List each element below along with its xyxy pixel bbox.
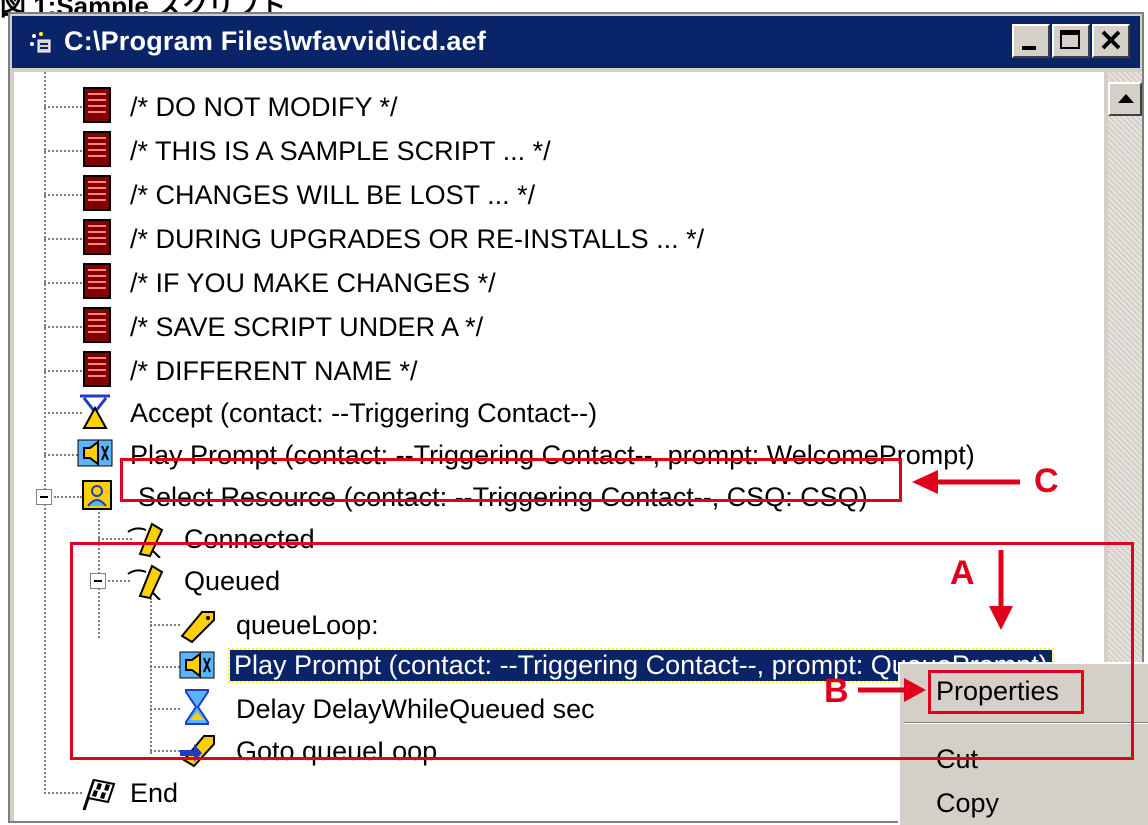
comment-icon <box>83 307 111 343</box>
tree-item-comment[interactable]: /* IF YOU MAKE CHANGES */ <box>14 262 1014 304</box>
tree-item-label: /* DIFFERENT NAME */ <box>130 356 418 386</box>
tree-item-comment[interactable]: /* DO NOT MODIFY */ <box>14 86 1014 128</box>
annotation-box-b <box>928 670 1084 714</box>
annotation-box-c <box>120 458 902 502</box>
tree-item-comment[interactable]: /* DIFFERENT NAME */ <box>14 350 1014 392</box>
menu-item-copy[interactable]: Copy <box>936 788 999 819</box>
close-button[interactable] <box>1092 24 1130 58</box>
tree-item-label: /* CHANGES WILL BE LOST ... */ <box>130 180 536 210</box>
speaker-icon <box>77 439 113 467</box>
tree-item-label: /* THIS IS A SAMPLE SCRIPT ... */ <box>130 136 551 166</box>
accept-icon <box>80 394 110 429</box>
comment-icon <box>83 175 111 211</box>
maximize-icon <box>1060 30 1080 49</box>
tree-item-end[interactable]: End <box>14 772 914 814</box>
collapse-toggle[interactable] <box>36 489 52 505</box>
tree-item-comment[interactable]: /* SAVE SCRIPT UNDER A */ <box>14 306 1014 348</box>
tree-item-accept[interactable]: Accept (contact: --Triggering Contact--) <box>14 392 1014 434</box>
tree-item-comment[interactable]: /* THIS IS A SAMPLE SCRIPT ... */ <box>14 130 1014 172</box>
comment-icon <box>83 87 111 123</box>
checkered-flag-icon <box>82 778 116 811</box>
figure-caption: 図 1:Sample スクリプト <box>0 0 287 21</box>
comment-icon <box>83 219 111 255</box>
minimize-button[interactable] <box>1012 24 1050 58</box>
comment-icon <box>83 351 111 387</box>
comment-icon <box>83 263 111 299</box>
tree-item-label: End <box>130 778 179 808</box>
agent-icon <box>82 480 112 510</box>
comment-icon <box>83 131 111 167</box>
annotation-label-c: C <box>1034 462 1059 500</box>
scroll-up-arrow-icon[interactable] <box>1108 82 1142 116</box>
title-bar[interactable]: C:\Program Files\wfavvid\icd.aef <box>12 16 1140 68</box>
annotation-label-a: A <box>950 554 975 592</box>
annotation-label-b: B <box>824 672 849 710</box>
tree-item-label: Accept (contact: --Triggering Contact--) <box>130 398 598 428</box>
window-title: C:\Program Files\wfavvid\icd.aef <box>64 26 487 56</box>
maximize-button[interactable] <box>1052 24 1090 58</box>
tree-item-label: /* SAVE SCRIPT UNDER A */ <box>130 312 484 342</box>
tree-item-label: /* DO NOT MODIFY */ <box>130 92 398 122</box>
tree-item-comment[interactable]: /* CHANGES WILL BE LOST ... */ <box>14 174 1014 216</box>
minimize-icon <box>1022 46 1036 50</box>
tree-item-label: /* DURING UPGRADES OR RE-INSTALLS ... */ <box>130 224 705 254</box>
close-icon <box>1101 30 1121 50</box>
tree-item-label: /* IF YOU MAKE CHANGES */ <box>130 268 496 298</box>
script-file-icon <box>30 32 51 53</box>
tree-item-comment[interactable]: /* DURING UPGRADES OR RE-INSTALLS ... */ <box>14 218 1014 260</box>
